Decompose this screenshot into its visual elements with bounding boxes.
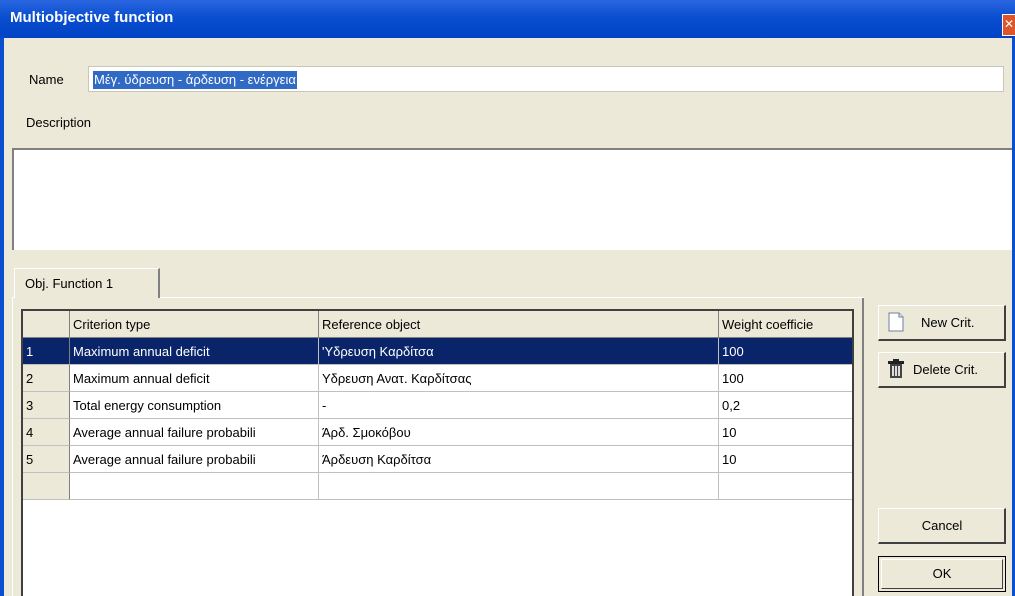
row-indicator bbox=[23, 473, 70, 500]
table-row-empty[interactable] bbox=[23, 473, 852, 500]
criterion-type-cell[interactable]: Total energy consumption bbox=[70, 392, 319, 419]
row-indicator: 4 bbox=[23, 419, 70, 446]
reference-object-cell[interactable]: Υδρευση Ανατ. Καρδίτσας bbox=[319, 365, 719, 392]
ok-button[interactable]: OK bbox=[878, 556, 1006, 592]
reference-object-cell[interactable]: - bbox=[319, 392, 719, 419]
table-row[interactable]: 4 Average annual failure probabili Άρδ. … bbox=[23, 419, 852, 446]
weight-cell[interactable]: 0,2 bbox=[719, 392, 852, 419]
tab-obj-function-1[interactable]: Obj. Function 1 bbox=[14, 268, 160, 298]
tab-label: Obj. Function 1 bbox=[25, 276, 114, 291]
table-row[interactable]: 5 Average annual failure probabili Άρδευ… bbox=[23, 446, 852, 473]
new-criterion-label: New Crit. bbox=[921, 315, 975, 330]
criteria-grid[interactable]: Criterion type Reference object Weight c… bbox=[21, 309, 854, 596]
description-textarea[interactable] bbox=[12, 148, 1012, 250]
row-indicator: 5 bbox=[23, 446, 70, 473]
window-title: Multiobjective function bbox=[10, 9, 174, 26]
criterion-type-cell[interactable]: Average annual failure probabili bbox=[70, 419, 319, 446]
document-icon bbox=[888, 312, 904, 332]
grid-header-row: Criterion type Reference object Weight c… bbox=[23, 311, 852, 338]
weight-cell[interactable]: 10 bbox=[719, 419, 852, 446]
name-input[interactable]: Μέγ. ύδρευση - άρδευση - ενέργεια bbox=[88, 66, 1004, 92]
reference-object-cell[interactable]: Άρδευση Καρδίτσα bbox=[319, 446, 719, 473]
name-label: Name bbox=[29, 72, 64, 87]
description-label: Description bbox=[26, 115, 92, 130]
criterion-type-cell[interactable] bbox=[70, 473, 319, 500]
column-header-weight-coefficient[interactable]: Weight coefficie bbox=[719, 311, 852, 338]
table-row[interactable]: 1 Maximum annual deficit 'Υδρευση Καρδίτ… bbox=[23, 338, 852, 365]
trash-icon bbox=[888, 359, 904, 378]
reference-object-cell[interactable]: 'Υδρευση Καρδίτσα bbox=[319, 338, 719, 365]
weight-cell[interactable] bbox=[719, 473, 852, 500]
delete-criterion-button[interactable]: Delete Crit. bbox=[878, 352, 1006, 388]
weight-cell[interactable]: 100 bbox=[719, 338, 852, 365]
column-header-reference-object[interactable]: Reference object bbox=[319, 311, 719, 338]
row-indicator: 3 bbox=[23, 392, 70, 419]
weight-cell[interactable]: 10 bbox=[719, 446, 852, 473]
grid-header-indicator bbox=[23, 311, 70, 338]
criterion-type-cell[interactable]: Average annual failure probabili bbox=[70, 446, 319, 473]
reference-object-cell[interactable]: Άρδ. Σμοκόβου bbox=[319, 419, 719, 446]
row-indicator: 2 bbox=[23, 365, 70, 392]
close-icon[interactable]: ✕ bbox=[1002, 14, 1015, 36]
new-criterion-button[interactable]: New Crit. bbox=[878, 305, 1006, 341]
name-input-value: Μέγ. ύδρευση - άρδευση - ενέργεια bbox=[93, 71, 297, 89]
cancel-label: Cancel bbox=[921, 518, 963, 533]
window-frame-left bbox=[0, 38, 4, 596]
row-indicator: 1 bbox=[23, 338, 70, 365]
criterion-type-cell[interactable]: Maximum annual deficit bbox=[70, 338, 319, 365]
reference-object-cell[interactable] bbox=[319, 473, 719, 500]
weight-cell[interactable]: 100 bbox=[719, 365, 852, 392]
table-row[interactable]: 3 Total energy consumption - 0,2 bbox=[23, 392, 852, 419]
title-bar: Multiobjective function ✕ bbox=[0, 0, 1015, 38]
cancel-button[interactable]: Cancel bbox=[878, 508, 1006, 544]
criterion-type-cell[interactable]: Maximum annual deficit bbox=[70, 365, 319, 392]
column-header-criterion-type[interactable]: Criterion type bbox=[70, 311, 319, 338]
ok-label: OK bbox=[932, 566, 952, 581]
delete-criterion-label: Delete Crit. bbox=[913, 362, 979, 377]
table-row[interactable]: 2 Maximum annual deficit Υδρευση Ανατ. Κ… bbox=[23, 365, 852, 392]
